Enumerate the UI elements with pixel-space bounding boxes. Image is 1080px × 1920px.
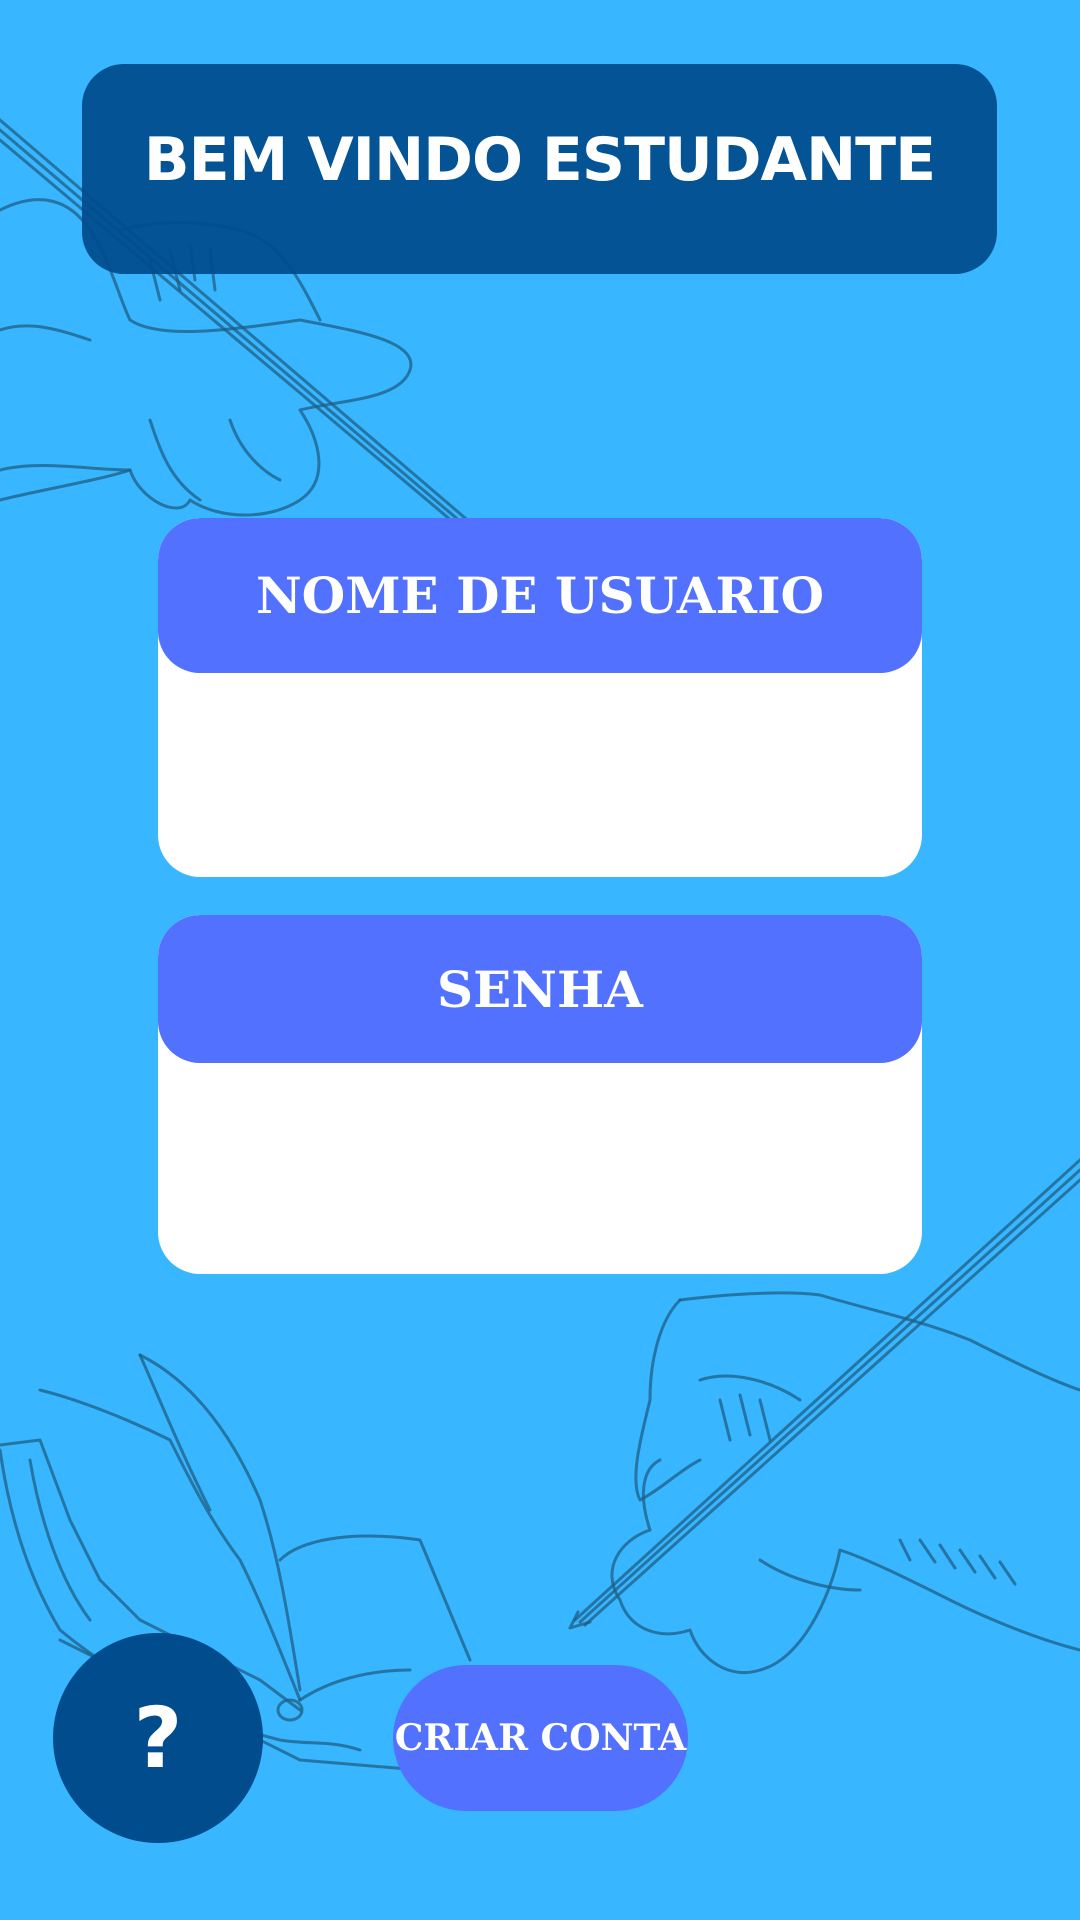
password-field-card: SENHA	[158, 915, 922, 1274]
username-label: NOME DE USUARIO	[158, 518, 922, 673]
question-mark-icon: ?	[133, 1689, 183, 1787]
username-field-card: NOME DE USUARIO	[158, 518, 922, 877]
page-title: BEM VINDO ESTUDANTE	[143, 125, 936, 195]
create-account-button[interactable]: CRIAR CONTA	[393, 1665, 688, 1811]
password-input[interactable]	[158, 1063, 922, 1274]
welcome-banner: BEM VINDO ESTUDANTE	[82, 64, 997, 274]
password-label: SENHA	[158, 915, 922, 1063]
help-button[interactable]: ?	[53, 1633, 263, 1843]
username-input[interactable]	[158, 673, 922, 877]
